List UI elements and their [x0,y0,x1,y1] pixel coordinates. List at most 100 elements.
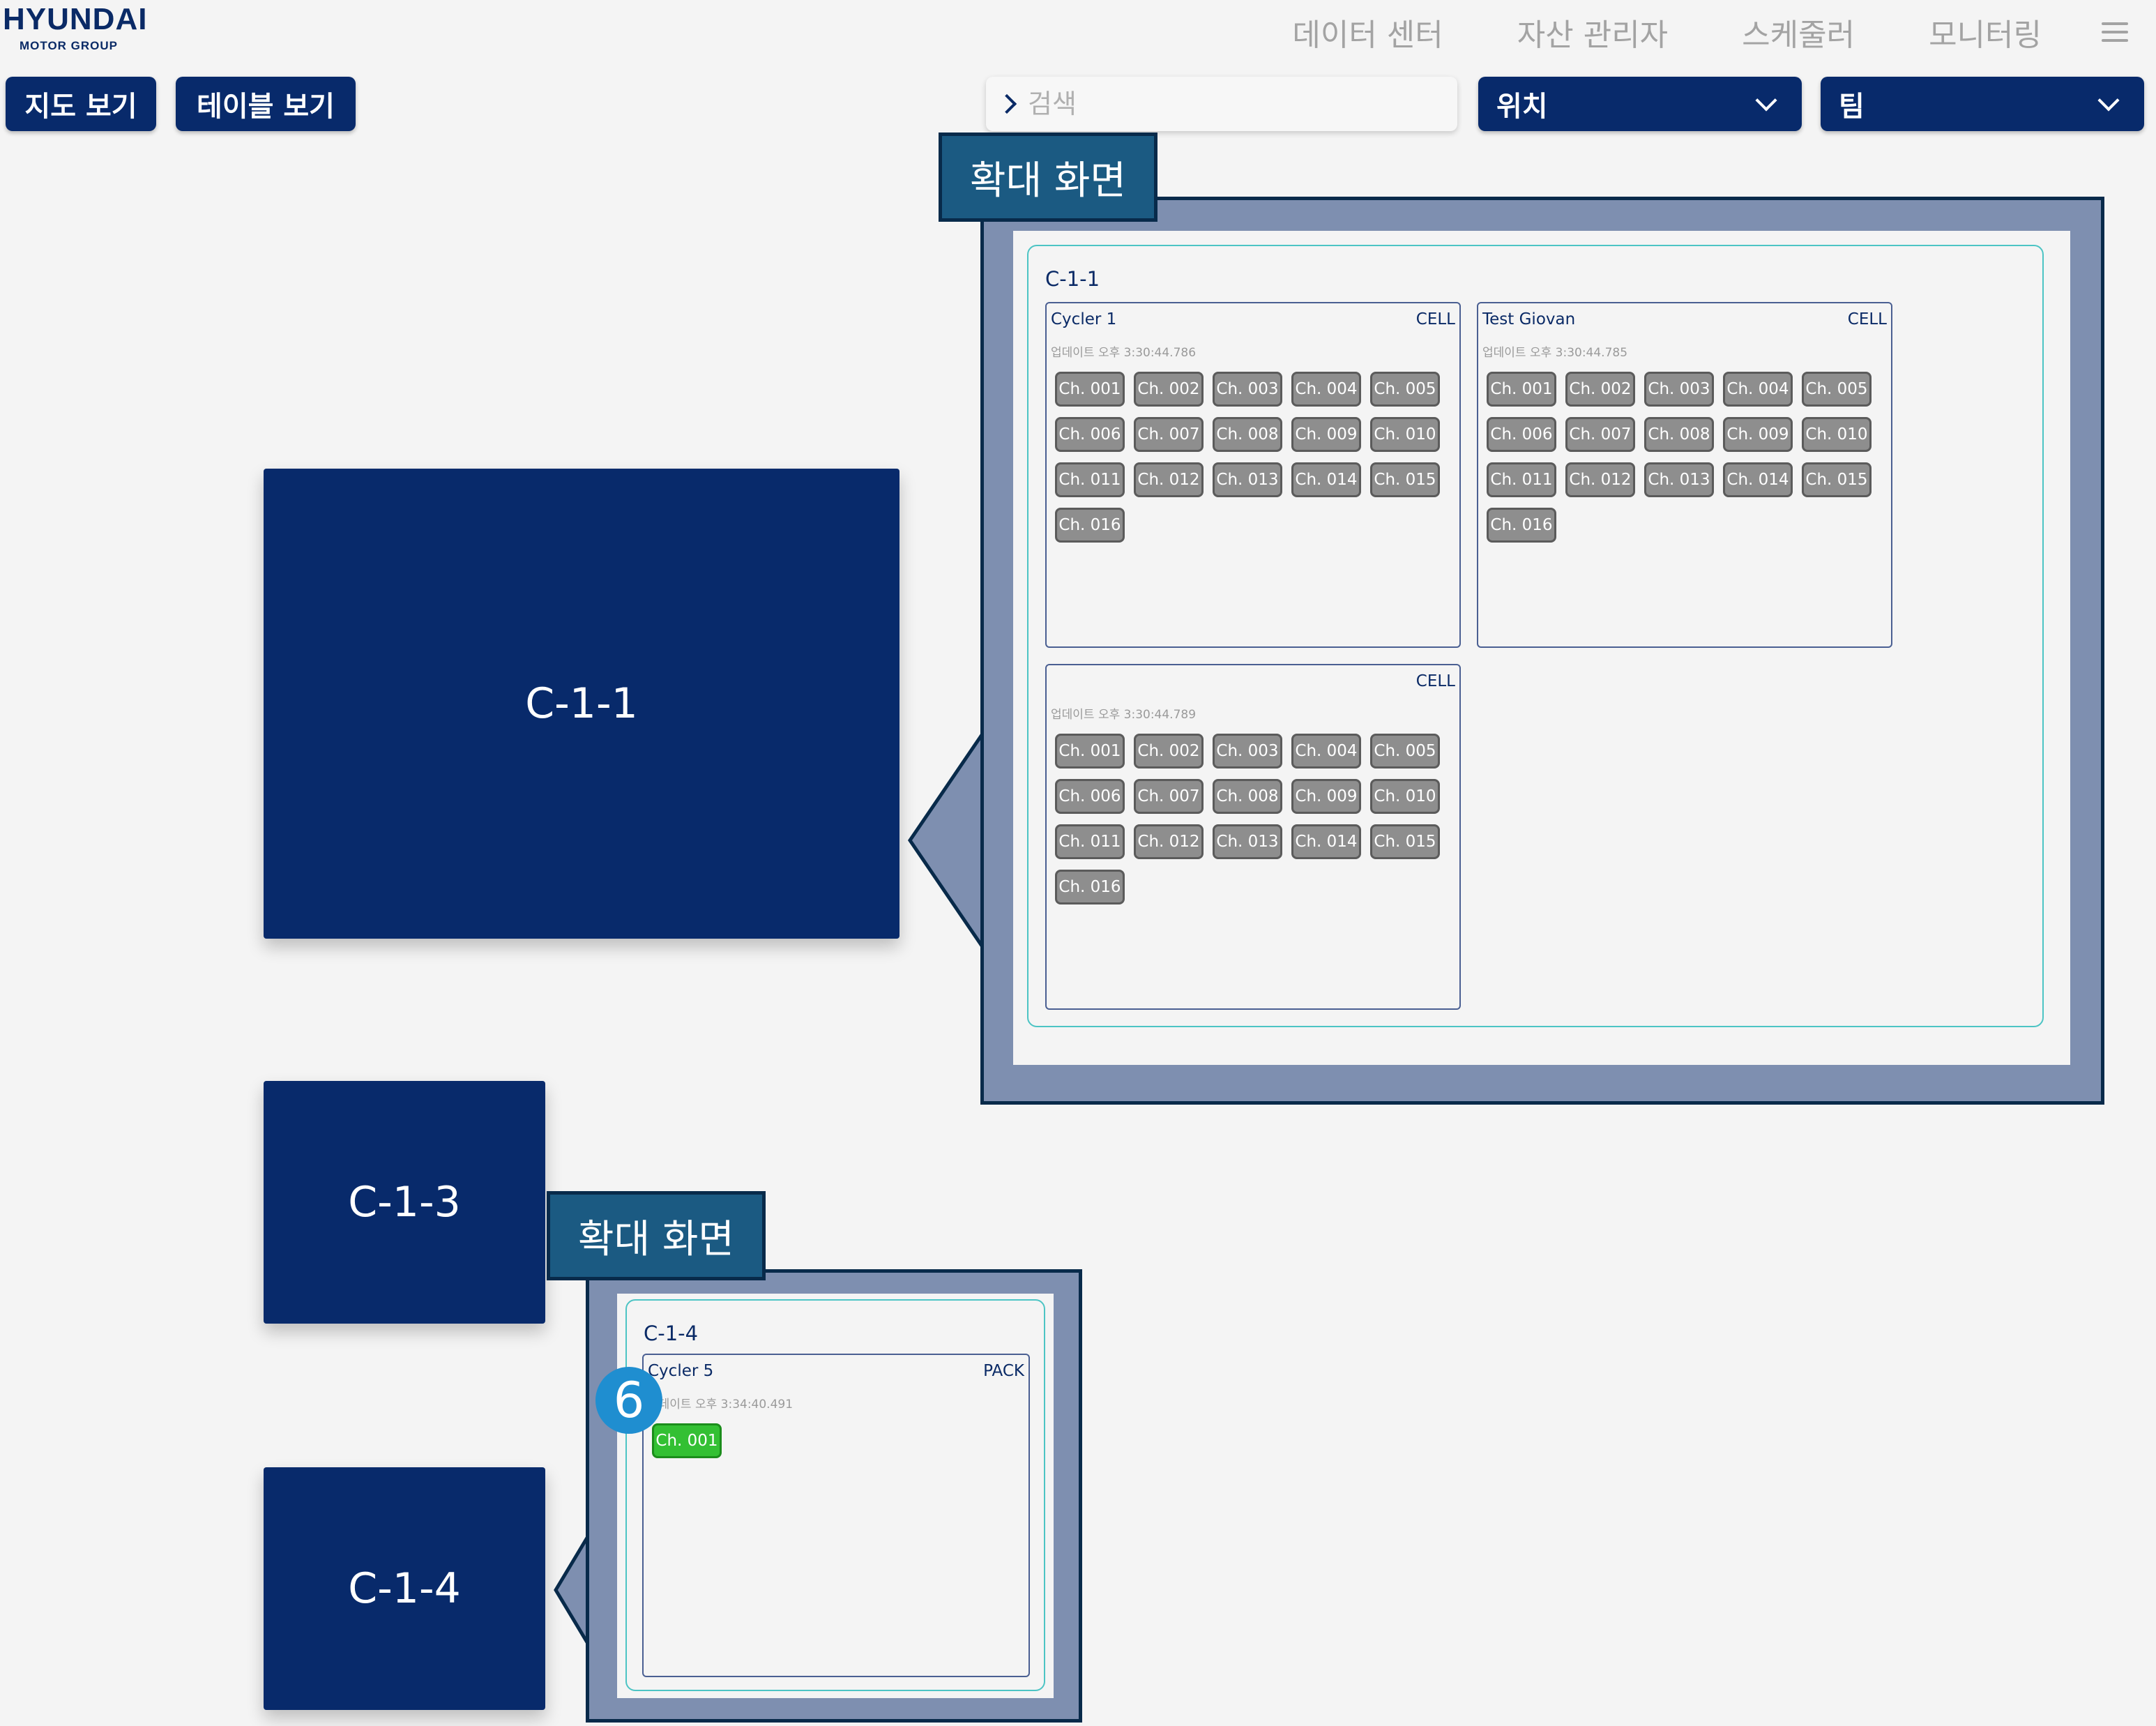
nav-data-center[interactable]: 데이터 센터 [1292,10,1443,54]
channel-button[interactable]: Ch. 016 [1055,508,1125,543]
cycler-type: CELL [1415,672,1455,690]
channel-button[interactable]: Ch. 014 [1291,462,1361,497]
logo-sub: MOTOR GROUP [20,39,119,52]
search-box[interactable] [986,77,1457,131]
room-title: C-1-4 [644,1322,699,1345]
channel-button[interactable]: Ch. 007 [1134,779,1204,814]
channel-button[interactable]: Ch. 003 [1213,372,1282,407]
room-block-label: C-1-4 [348,1564,461,1613]
channel-button[interactable]: Ch. 001 [652,1423,722,1458]
channel-button[interactable]: Ch. 012 [1134,824,1204,859]
channel-button[interactable]: Ch. 013 [1644,462,1714,497]
channel-button[interactable]: Ch. 008 [1213,417,1282,452]
nav-scheduler[interactable]: 스케줄러 [1742,10,1855,54]
channel-grid: Ch. 001 [652,1423,1037,1458]
channel-button[interactable]: Ch. 009 [1291,779,1361,814]
channel-button[interactable]: Ch. 003 [1213,734,1282,769]
room-block-label: C-1-1 [525,679,638,728]
channel-button[interactable]: Ch. 005 [1802,372,1872,407]
room-block-label: C-1-3 [348,1178,461,1227]
channel-button[interactable]: Ch. 003 [1644,372,1714,407]
channel-button[interactable]: Ch. 014 [1723,462,1793,497]
search-input[interactable] [1026,88,1420,120]
zoom-tag-label: 확대 화면 [547,1191,766,1280]
room-card-c-1-1: C-1-1 Cycler 1 CELL 업데이트 오후 3:30:44.786 … [1027,245,2044,1027]
channel-button[interactable]: Ch. 013 [1213,462,1282,497]
room-card-c-1-4: C-1-4 Cycler 5 PACK 업데이트 오후 3:34:40.491 … [625,1299,1045,1691]
map-view-button[interactable]: 지도 보기 [6,77,156,131]
cycler-card[interactable]: CELL 업데이트 오후 3:30:44.789 Ch. 001 Ch. 002 C… [1045,664,1461,1010]
location-select-value: 위치 [1496,91,1548,123]
channel-button[interactable]: Ch. 004 [1291,734,1361,769]
room-block-c-1-3[interactable]: C-1-3 [264,1081,545,1324]
channel-button[interactable]: Ch. 015 [1370,462,1440,497]
cycler-name: Cycler 1 [1051,310,1117,328]
channel-button[interactable]: Ch. 011 [1487,462,1556,497]
channel-button[interactable]: Ch. 005 [1370,372,1440,407]
hamburger-menu-icon[interactable] [2102,22,2128,42]
table-view-button[interactable]: 테이블 보기 [176,77,356,131]
channel-button[interactable]: Ch. 016 [1055,870,1125,904]
location-select[interactable]: 위치 [1478,77,1802,131]
channel-button[interactable]: Ch. 002 [1565,372,1635,407]
channel-button[interactable]: Ch. 008 [1644,417,1714,452]
channel-button[interactable]: Ch. 010 [1802,417,1872,452]
channel-grid: Ch. 001 Ch. 002 Ch. 003 Ch. 004 Ch. 005 Ch. 0… [1055,734,1440,904]
top-nav: 데이터 센터 자산 관리자 스케줄러 모니터링 [1218,10,2128,54]
channel-button[interactable]: Ch. 014 [1291,824,1361,859]
channel-grid: Ch. 001 Ch. 002 Ch. 003 Ch. 004 Ch. 005 Ch. 0… [1487,372,1872,543]
cycler-name: Test Giovan [1482,310,1576,328]
cycler-card[interactable]: Test Giovan CELL 업데이트 오후 3:30:44.785 Ch.… [1477,302,1892,648]
zoom-pointer [907,725,986,955]
cycler-updated: 업데이트 오후 3:34:40.491 [648,1398,794,1411]
channel-button[interactable]: Ch. 002 [1134,372,1204,407]
chevron-down-icon [1755,89,1777,112]
channel-button[interactable]: Ch. 008 [1213,779,1282,814]
cycler-updated: 업데이트 오후 3:30:44.785 [1482,346,1628,360]
channel-button[interactable]: Ch. 015 [1370,824,1440,859]
nav-monitoring[interactable]: 모니터링 [1929,10,2042,54]
channel-button[interactable]: Ch. 006 [1487,417,1556,452]
channel-button[interactable]: Ch. 013 [1213,824,1282,859]
logo-brand: HYUNDAI [3,2,148,36]
channel-button[interactable]: Ch. 004 [1723,372,1793,407]
cycler-type: CELL [1415,310,1455,328]
channel-button[interactable]: Ch. 004 [1291,372,1361,407]
channel-button[interactable]: Ch. 007 [1134,417,1204,452]
channel-button[interactable]: Ch. 011 [1055,824,1125,859]
cycler-updated: 업데이트 오후 3:30:44.786 [1051,346,1197,360]
channel-button[interactable]: Ch. 001 [1055,734,1125,769]
step-number-badge: 6 [595,1367,662,1434]
team-select[interactable]: 팀 [1821,77,2144,131]
channel-button[interactable]: Ch. 002 [1134,734,1204,769]
channel-grid: Ch. 001 Ch. 002 Ch. 003 Ch. 004 Ch. 005 Ch. 0… [1055,372,1440,543]
channel-button[interactable]: Ch. 009 [1723,417,1793,452]
channel-button[interactable]: Ch. 011 [1055,462,1125,497]
cycler-type: CELL [1847,310,1887,328]
cycler-card[interactable]: Cycler 1 CELL 업데이트 오후 3:30:44.786 Ch. 00… [1045,302,1461,648]
room-block-c-1-1[interactable]: C-1-1 [264,469,899,939]
channel-button[interactable]: Ch. 005 [1370,734,1440,769]
cycler-updated: 업데이트 오후 3:30:44.789 [1051,708,1197,722]
room-block-c-1-4[interactable]: C-1-4 [264,1467,545,1710]
hyundai-logo[interactable]: HYUNDAI MOTOR GROUP [3,4,149,57]
channel-button[interactable]: Ch. 012 [1134,462,1204,497]
channel-button[interactable]: Ch. 015 [1802,462,1872,497]
cycler-card[interactable]: Cycler 5 PACK 업데이트 오후 3:34:40.491 Ch. 00… [642,1354,1030,1677]
channel-button[interactable]: Ch. 010 [1370,779,1440,814]
chevron-down-icon [2097,89,2120,112]
channel-button[interactable]: Ch. 012 [1565,462,1635,497]
channel-button[interactable]: Ch. 001 [1055,372,1125,407]
channel-button[interactable]: Ch. 007 [1565,417,1635,452]
chevron-right-icon [996,93,1017,114]
zoom-tag-label: 확대 화면 [939,133,1157,222]
zoom-panel-c-1-4: C-1-4 Cycler 5 PACK 업데이트 오후 3:34:40.491 … [586,1269,1082,1723]
cycler-name: Cycler 5 [648,1362,714,1380]
channel-button[interactable]: Ch. 016 [1487,508,1556,543]
channel-button[interactable]: Ch. 006 [1055,417,1125,452]
channel-button[interactable]: Ch. 010 [1370,417,1440,452]
nav-asset-manager[interactable]: 자산 관리자 [1517,10,1668,54]
channel-button[interactable]: Ch. 001 [1487,372,1556,407]
channel-button[interactable]: Ch. 009 [1291,417,1361,452]
channel-button[interactable]: Ch. 006 [1055,779,1125,814]
